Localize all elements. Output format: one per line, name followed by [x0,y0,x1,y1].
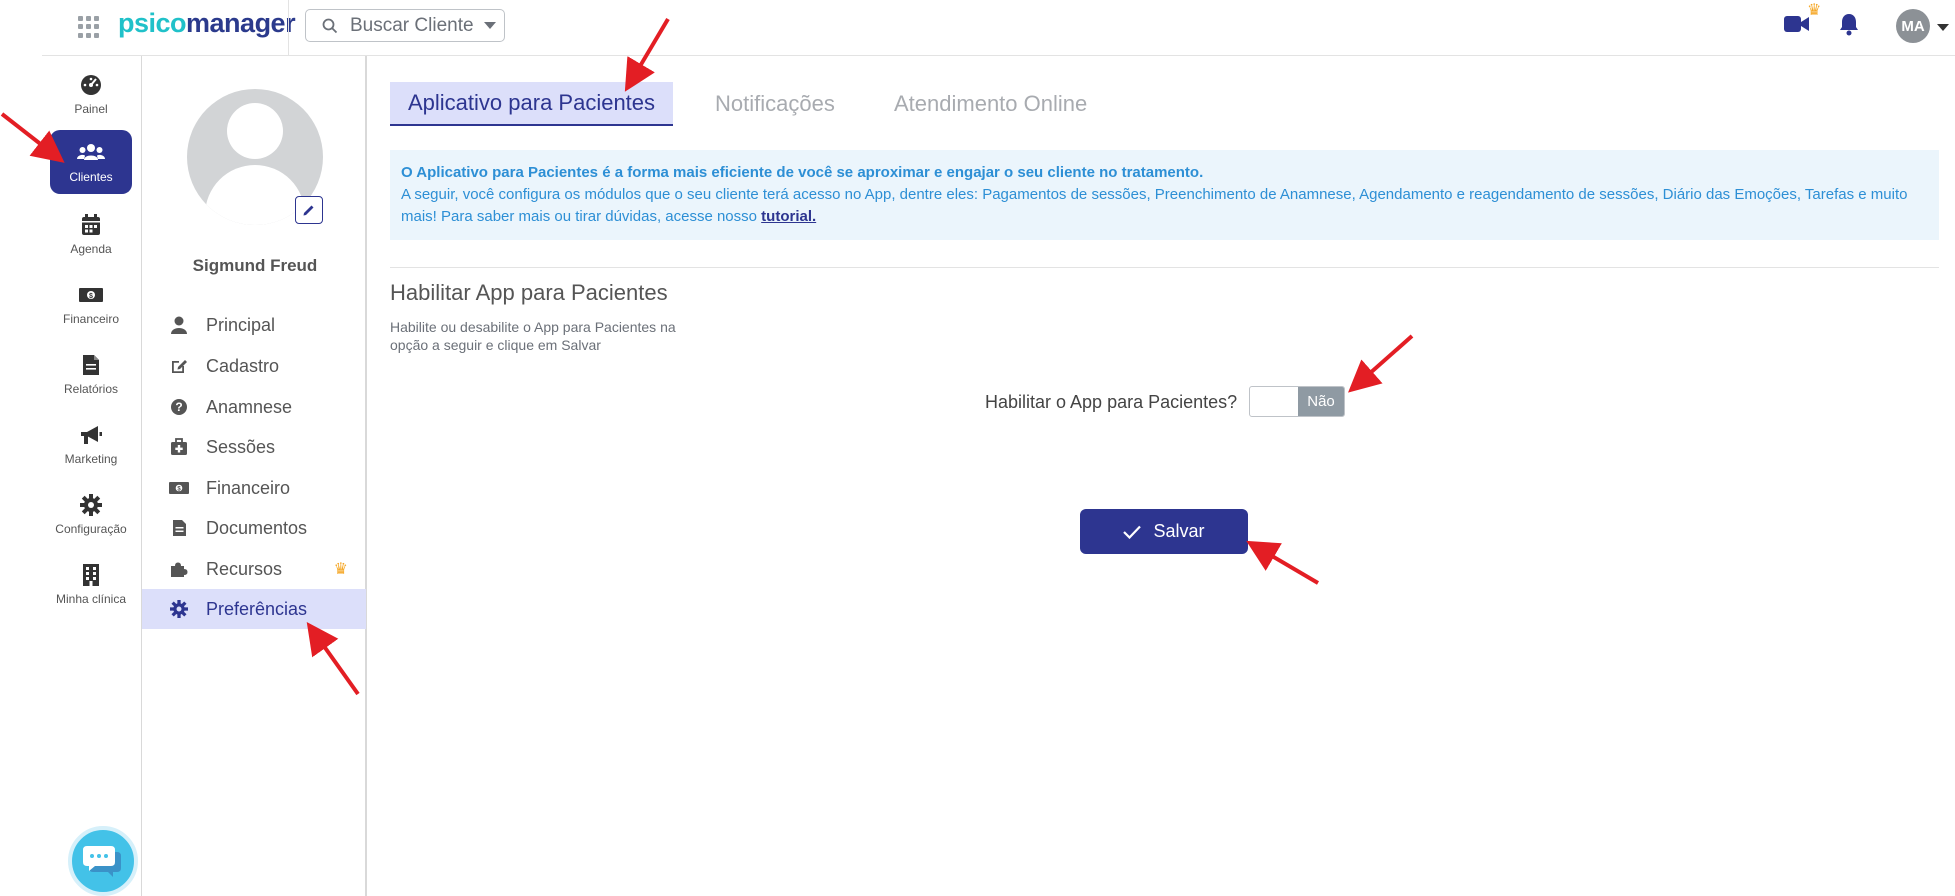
info-banner: O Aplicativo para Pacientes é a forma ma… [390,150,1939,240]
user-avatar[interactable]: MA [1896,9,1930,43]
top-bar: psicomanager Buscar Cliente ♛ MA [42,0,1955,56]
calendar-icon [81,212,101,238]
section-description: Habilite ou desabilite o App para Pacien… [390,319,676,353]
enable-app-label: Habilitar o App para Pacientes? [985,392,1238,412]
search-client-dropdown[interactable]: Buscar Cliente [305,9,505,42]
nav-item-agenda[interactable]: Agenda [50,202,132,266]
info-headline: O Aplicativo para Pacientes é a forma ma… [401,164,1204,181]
file-icon [82,352,100,378]
subnav-item-cadastro[interactable]: Cadastro [142,346,366,386]
subnav-item-documentos[interactable]: Documentos [142,508,366,548]
tutorial-link[interactable]: tutorial. [761,208,816,225]
section-title: Habilitar App para Pacientes [390,280,668,305]
save-button[interactable]: Salvar [1080,509,1248,554]
tab-notificacoes[interactable]: Notificações [715,82,835,126]
chevron-down-icon[interactable] [1937,24,1949,31]
user-icon [168,316,190,334]
notifications-bell-icon[interactable] [1838,12,1860,41]
tab-atendimento-online[interactable]: Atendimento Online [894,82,1087,126]
subnav-item-anamnese[interactable]: ? Anamnese [142,387,366,427]
enable-app-toggle[interactable]: Não [1249,386,1345,417]
annotation-arrow [1348,334,1414,393]
subnav-item-preferencias[interactable]: Preferências [142,589,366,629]
section-divider [390,267,1939,268]
gear-icon [80,492,102,518]
edit-icon [168,357,190,375]
annotation-arrow [1246,540,1320,585]
apps-grid-icon[interactable] [78,16,100,38]
dashboard-icon [80,72,102,98]
megaphone-icon [79,422,103,448]
toggle-state-label: Não [1298,387,1344,416]
check-icon [1123,525,1142,539]
pencil-icon [303,205,314,216]
subnav-item-sessoes[interactable]: Sessões [142,427,366,467]
question-icon: ? [168,398,190,416]
chat-icon [83,846,121,877]
edit-photo-button[interactable] [295,196,323,224]
users-icon [77,140,105,166]
building-icon [82,562,100,588]
nav-item-relatorios[interactable]: Relatórios [50,342,132,406]
subnav-item-recursos[interactable]: Recursos ♛ [142,549,366,589]
search-client-label: Buscar Cliente [350,14,474,36]
client-sidebar: Sigmund Freud Principal Cadastro ? Anamn… [141,56,367,896]
chevron-down-icon [483,22,496,29]
money-icon: $ [168,481,190,495]
app-logo[interactable]: psicomanager [118,8,296,39]
file-icon [168,519,190,537]
medkit-icon [168,438,190,456]
tab-aplicativo-pacientes[interactable]: Aplicativo para Pacientes [390,82,674,126]
client-name: Sigmund Freud [192,256,318,275]
nav-item-clientes[interactable]: Clientes [50,130,132,194]
chat-support-button[interactable] [68,826,138,896]
nav-item-marketing[interactable]: Marketing [50,412,132,476]
svg-text:?: ? [175,400,182,414]
subnav-item-financeiro[interactable]: $ Financeiro [142,468,366,508]
info-body: A seguir, você configura os módulos que … [401,186,1908,225]
puzzle-icon [168,560,190,578]
nav-item-minha-clinica[interactable]: Minha clínica [50,552,132,616]
subnav-item-principal[interactable]: Principal [142,305,366,345]
header-divider [288,0,289,56]
nav-item-painel[interactable]: Painel [50,62,132,126]
gear-icon [168,600,190,618]
svg-text:$: $ [89,293,93,300]
premium-crown-icon: ♛ [333,561,348,578]
nav-item-financeiro[interactable]: $ Financeiro [50,272,132,336]
main-sidebar: Painel Clientes Agenda $ Financeiro Rela… [42,56,142,896]
premium-crown-icon: ♛ [1807,2,1822,19]
money-icon: $ [79,282,103,308]
search-icon [322,18,338,33]
nav-item-configuracao[interactable]: Configuração [50,482,132,546]
